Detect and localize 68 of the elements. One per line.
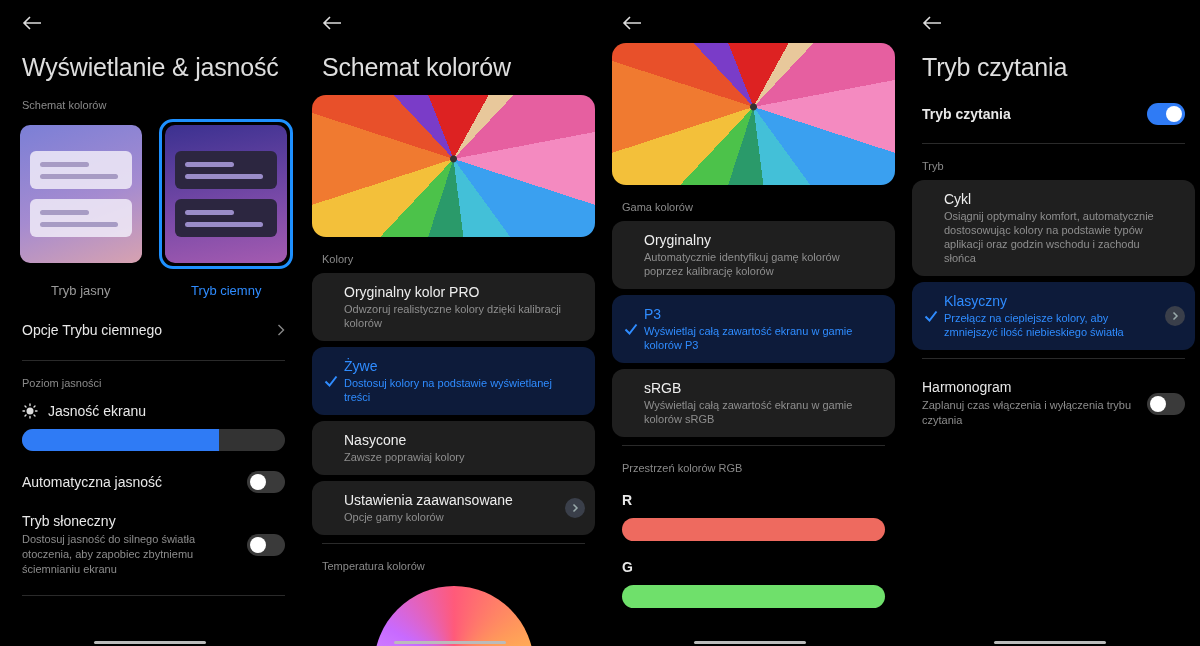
section-label: Przestrzeń kolorów RGB [622, 462, 744, 474]
option-description: Wyświetlaj całą zawartość ekranu w gamie kolorów P3 [644, 324, 854, 352]
theme-label: Tryb ciemny [191, 283, 262, 298]
option-title: Nasycone [344, 432, 408, 448]
chevron-right-icon [277, 324, 285, 336]
section-label: Gama kolorów [622, 201, 694, 213]
option-title: Oryginalny [644, 232, 712, 248]
check-icon [324, 375, 338, 387]
option-description: Wyświetlaj całą zawartość ekranu w gamie kolorów sRGB [644, 398, 854, 426]
setting-title: Automatyczna jasność [22, 474, 163, 490]
chevron-circle-icon[interactable] [565, 498, 585, 518]
option-title: Ustawienia zaawansowane [344, 492, 514, 508]
channel-slider[interactable] [622, 518, 885, 541]
slider-label: Jasność ekranu [48, 403, 147, 419]
option-card[interactable]: sRGB Wyświetlaj całą zawartość ekranu w gamie kolorów sRGB [612, 369, 895, 437]
option-description: Opcje gamy kolorów [344, 510, 445, 524]
section-label: Schemat kolorów [22, 99, 108, 111]
section-label: Temperatura kolorów [322, 560, 426, 572]
section-label: Poziom jasności [22, 377, 103, 389]
option-description: Odwzoruj realistyczne kolory dzięki kalibracji kolorów [344, 302, 563, 330]
section-label: Kolory [322, 253, 355, 265]
option-card[interactable]: Klasyczny Przełącz na cieplejsze kolory, aby zmniejszyć ilość niebieskiego światła [912, 282, 1195, 350]
channel-label: R [622, 492, 634, 508]
toggle-switch[interactable] [1147, 103, 1185, 125]
option-card[interactable]: P3 Wyświetlaj całą zawartość ekranu w gamie kolorów P3 [612, 295, 895, 363]
option-title: Klasyczny [944, 293, 1009, 309]
check-icon [924, 310, 938, 322]
option-description: Przełącz na cieplejsze kolory, aby zmniejszyć ilość niebieskiego światła [944, 311, 1125, 339]
setting-title: Tryb czytania [922, 106, 1011, 122]
brightness-slider[interactable] [22, 429, 285, 451]
option-description: Dostosuj kolory na podstawie wyświetlanej treści [344, 376, 553, 404]
check-icon [624, 323, 638, 335]
setting-title: Tryb słoneczny [22, 513, 117, 529]
option-card[interactable]: Nasycone Zawsze poprawiaj kolory [312, 421, 595, 475]
page-title: Tryb czytania [922, 52, 1069, 83]
option-card[interactable]: Cykl Osiągnij optymalny komfort, automatycznie dostosowując kolory na podstawie typów aplikacji oraz godzin wschodu i zachodu słońca [912, 180, 1195, 276]
toggle-switch[interactable] [1147, 392, 1185, 415]
setting-description: Zaplanuj czas włączenia i wyłączenia trybu czytania [922, 398, 1133, 428]
option-title: P3 [644, 306, 663, 322]
option-card[interactable]: Żywe Dostosuj kolory na podstawie wyświetlanej treści [312, 347, 595, 415]
option-card[interactable]: Ustawienia zaawansowane Opcje gamy kolorów [312, 481, 595, 535]
option-description: Osiągnij optymalny komfort, automatycznie dostosowując kolory na podstawie typów aplikacji oraz godzin wschodu i zachodu słońca [944, 209, 1155, 265]
theme-label: Tryb jasny [51, 283, 111, 298]
back-arrow-icon[interactable] [22, 15, 42, 31]
option-title: Żywe [344, 358, 379, 374]
sun-icon [22, 403, 38, 419]
page-title: Wyświetlanie & jasność [22, 52, 280, 83]
section-label: Tryb [922, 160, 945, 172]
back-arrow-icon[interactable] [922, 15, 942, 31]
option-description: Zawsze poprawiaj kolory [344, 450, 466, 464]
option-card[interactable]: Oryginalny kolor PRO Odwzoruj realistyczne kolory dzięki kalibracji kolorów [312, 273, 595, 341]
back-arrow-icon[interactable] [622, 15, 642, 31]
menu-item[interactable]: Opcje Trybu ciemnego [22, 322, 163, 338]
setting-description: Dostosuj jasność do silnego światła otoczenia, aby zapobiec zbytniemu ściemnianiu ekranu [22, 532, 197, 577]
setting-title: Harmonogram [922, 379, 1013, 395]
toggle-switch[interactable] [247, 534, 285, 556]
channel-label: G [622, 559, 634, 575]
option-description: Automatycznie identyfikuj gamę kolorów poprzez kalibrację kolorów [644, 250, 841, 278]
option-card[interactable]: Oryginalny Automatycznie identyfikuj gamę kolorów poprzez kalibrację kolorów [612, 221, 895, 289]
chevron-circle-icon[interactable] [1165, 306, 1185, 326]
dark-theme-preview[interactable] [159, 119, 294, 269]
channel-slider[interactable] [622, 585, 885, 608]
back-arrow-icon[interactable] [322, 15, 342, 31]
page-title: Schemat kolorów [322, 52, 512, 83]
option-title: Oryginalny kolor PRO [344, 284, 481, 300]
option-title: sRGB [644, 380, 683, 396]
toggle-switch[interactable] [247, 471, 285, 493]
option-title: Cykl [944, 191, 973, 207]
